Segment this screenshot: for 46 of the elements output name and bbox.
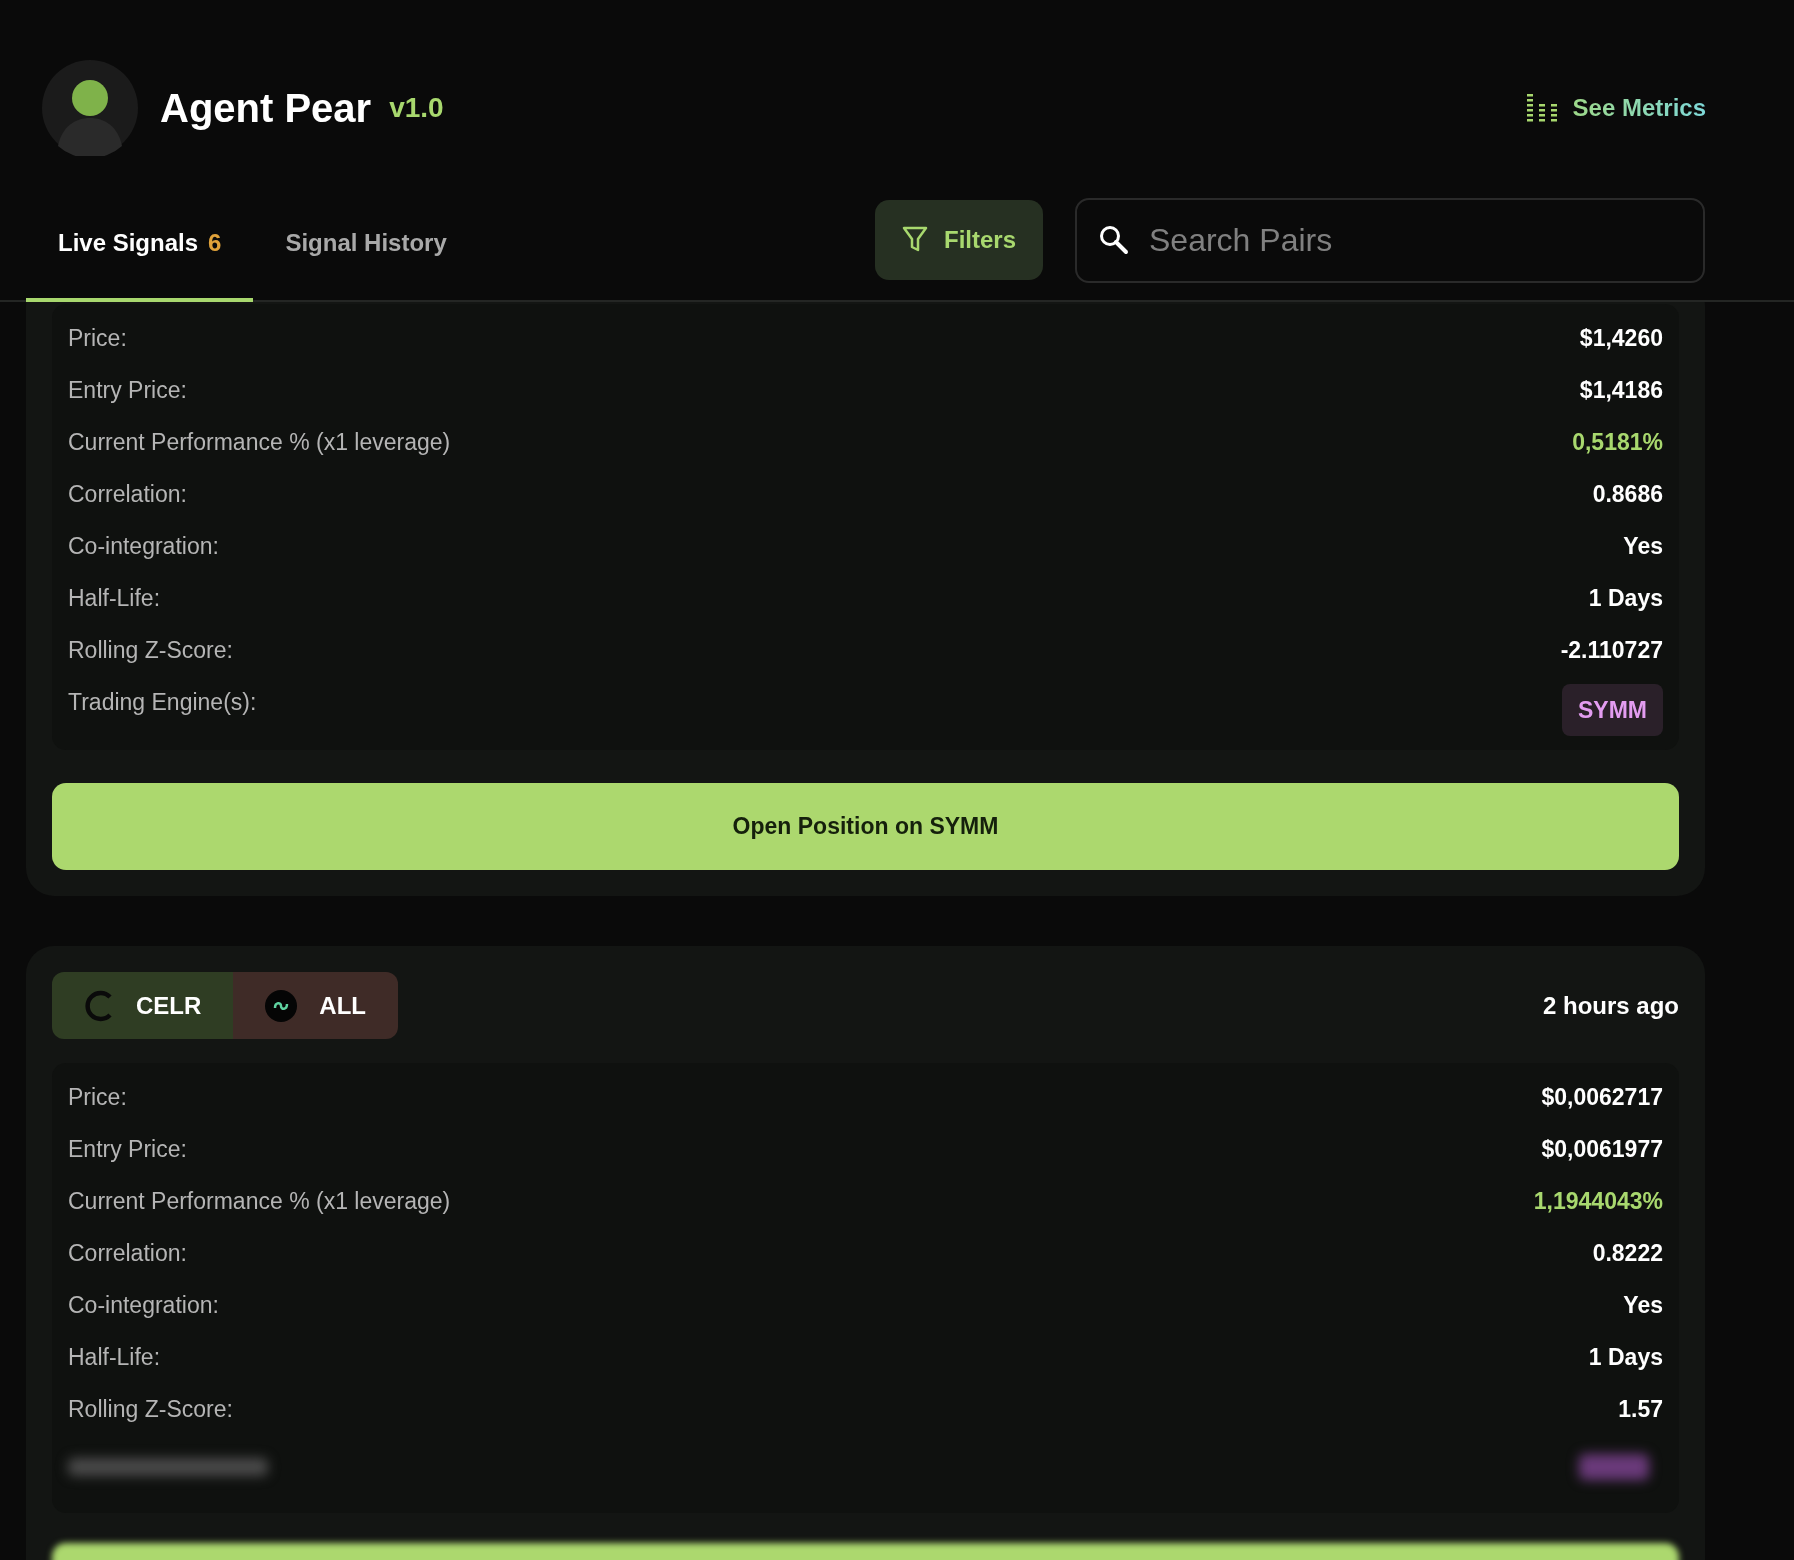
metric-label: Rolling Z-Score: (68, 1395, 233, 1423)
token-chip: ALL (233, 972, 398, 1039)
metric-label: Trading Engine(s): (68, 688, 257, 717)
avatar-icon (42, 60, 138, 156)
metric-label: Price: (68, 1083, 127, 1111)
metric-value: 0.8686 (1592, 480, 1663, 508)
tab[interactable]: Signal History (253, 184, 479, 302)
metric-value: $0,0062717 (1541, 1083, 1663, 1111)
metric-value: $0,0061977 (1541, 1135, 1663, 1163)
wave-logo-icon (265, 989, 298, 1022)
see-metrics-link[interactable]: See Metrics (1526, 94, 1706, 122)
metric-label: Correlation: (68, 480, 187, 508)
timestamp: 2 hours ago (1542, 991, 1679, 1020)
metric-label: Half-Life: (68, 1343, 161, 1371)
metric-label: Correlation: (68, 1239, 187, 1267)
filter-icon (902, 226, 928, 254)
metric-value: 1 Days (1588, 584, 1663, 612)
filters-button[interactable]: Filters (875, 200, 1043, 280)
metric-label: Current Performance % (x1 leverage) (68, 428, 451, 456)
metric-value: -2.110727 (1560, 636, 1663, 664)
metric-label: Entry Price: (68, 1135, 187, 1163)
open-position-button[interactable]: Open Position on SYMM (52, 783, 1679, 870)
search-icon (1099, 224, 1129, 255)
metric-value: Yes (1623, 532, 1663, 560)
metric-label: Rolling Z-Score: (68, 636, 233, 664)
app-title: Agent Pear (160, 85, 372, 131)
metric-value: Yes (1623, 1291, 1663, 1319)
engine-tag: SYMM (1562, 684, 1663, 736)
search-field[interactable]: Search Pairs (1075, 197, 1705, 283)
metric-value: 0.8222 (1592, 1239, 1663, 1267)
metric-value: $1,4260 (1579, 324, 1663, 352)
metric-label: Entry Price: (68, 376, 187, 404)
metric-value: 0,5181% (1572, 428, 1663, 456)
metric-label: Current Performance % (x1 leverage) (68, 1187, 451, 1215)
bar-chart-icon (1526, 94, 1557, 122)
metric-value: $1,4186 (1579, 376, 1663, 404)
metric-label: Half-Life: (68, 584, 161, 612)
metric-value: 1.57 (1618, 1395, 1663, 1423)
version-label: v1.0 (389, 92, 444, 124)
token-chip: CELR (52, 972, 234, 1039)
metric-value: 1 Days (1588, 1343, 1663, 1371)
metric-label: Co-integration: (68, 1291, 219, 1319)
metric-value: 1,1944043% (1533, 1187, 1663, 1215)
metric-label: Co-integration: (68, 532, 219, 560)
ring-logo-icon (84, 989, 114, 1022)
metric-label: Price: (68, 324, 127, 352)
